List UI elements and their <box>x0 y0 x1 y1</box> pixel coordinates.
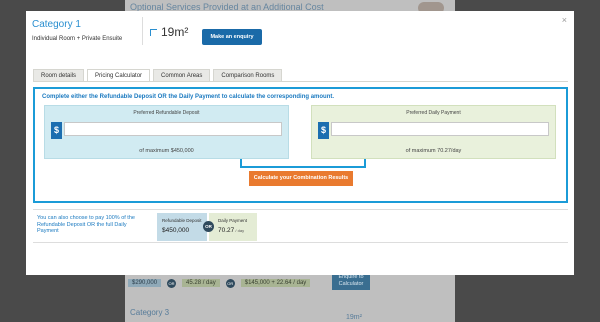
payment-title: Preferred Daily Payment <box>406 110 461 116</box>
panel-connector <box>240 159 366 168</box>
room-size-value: 19m² <box>161 25 189 39</box>
summary-deposit-value: $450,000 <box>162 227 190 234</box>
category-title: Category 1 <box>32 19 81 30</box>
summary-payment-label: Daily Payment <box>218 218 248 223</box>
tab-bar: Room details Pricing Calculator Common A… <box>33 69 283 81</box>
full-payment-summary: You can also choose to pay 100% of the R… <box>33 209 568 243</box>
dollar-icon: $ <box>51 122 62 139</box>
summary-deposit-label: Refundable Deposit <box>162 218 202 223</box>
background-or-badge: OR <box>225 278 235 288</box>
background-category-3: Category 3 <box>130 308 170 317</box>
make-enquiry-button[interactable]: Make an enquiry <box>202 29 262 45</box>
room-modal: × Category 1 Individual Room + Private E… <box>26 11 574 275</box>
deposit-panel: Preferred Refundable Deposit $ of maximu… <box>44 105 289 159</box>
deposit-max: of maximum $450,000 <box>139 148 194 154</box>
background-or-badge: OR <box>167 278 177 288</box>
close-icon[interactable]: × <box>562 15 567 25</box>
summary-deposit: Refundable Deposit $450,000 <box>157 213 207 241</box>
background-payment: 45.28 / day <box>182 279 220 287</box>
tab-room-details[interactable]: Room details <box>33 69 85 81</box>
or-badge: OR <box>203 221 214 232</box>
summary-payment-value: 70.27 <box>218 227 235 234</box>
tab-divider <box>33 81 568 82</box>
room-size-icon <box>150 29 158 39</box>
tab-pricing-calculator[interactable]: Pricing Calculator <box>87 69 151 81</box>
payment-input[interactable] <box>331 122 549 136</box>
tab-common-areas[interactable]: Common Areas <box>153 69 211 81</box>
header-divider <box>142 17 143 45</box>
pricing-calculator: Complete either the Refundable Deposit O… <box>33 87 568 203</box>
calculate-button[interactable]: Calculate your Combination Results <box>249 171 353 186</box>
payment-max: of maximum 70.27/day <box>405 148 462 154</box>
category-subtitle: Individual Room + Private Ensuite <box>32 36 123 42</box>
summary-payment-value-wrap: 70.27 / day <box>218 227 244 234</box>
background-combo: $145,000 + 22.64 / day <box>240 279 311 287</box>
calculator-instruction: Complete either the Refundable Deposit O… <box>42 94 335 100</box>
background-price-row: $290,000 OR 45.28 / day OR $145,000 + 22… <box>128 276 450 290</box>
tab-comparison-rooms[interactable]: Comparison Rooms <box>213 69 283 81</box>
summary-text: You can also choose to pay 100% of the R… <box>37 215 135 234</box>
payment-panel: Preferred Daily Payment $ of maximum 70.… <box>311 105 556 159</box>
deposit-title: Preferred Refundable Deposit <box>133 110 200 116</box>
room-size: 19m² <box>150 25 188 39</box>
deposit-input[interactable] <box>64 122 282 136</box>
summary-payment: Daily Payment 70.27 / day <box>209 213 257 241</box>
dollar-icon: $ <box>318 122 329 139</box>
summary-payment-unit: / day <box>234 228 245 233</box>
background-deposit: $290,000 <box>128 279 162 287</box>
background-size-3: 19m² <box>346 314 362 321</box>
